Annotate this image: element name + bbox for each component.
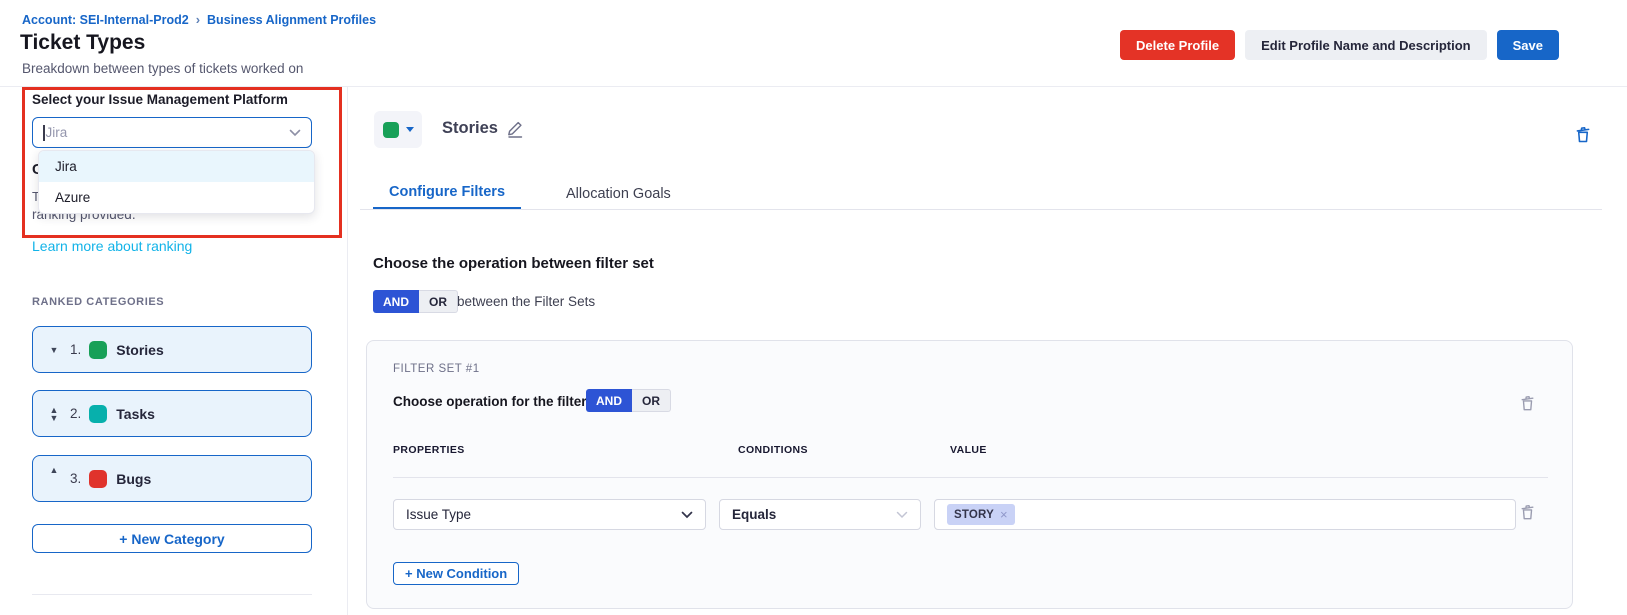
- edit-name-icon[interactable]: [506, 120, 525, 139]
- category-name: Tasks: [116, 406, 155, 422]
- selected-category-title: Stories: [442, 119, 498, 138]
- category-rank: 1.: [70, 342, 81, 357]
- or-toggle[interactable]: OR: [419, 290, 458, 313]
- filter-set-card: FILTER SET #1 Choose operation for the f…: [366, 340, 1573, 609]
- page-title: Ticket Types: [20, 31, 145, 55]
- and-toggle[interactable]: AND: [373, 290, 419, 313]
- dropdown-option-jira[interactable]: Jira: [39, 151, 314, 182]
- tab-bar: Configure Filters Allocation Goals: [373, 177, 687, 210]
- save-button[interactable]: Save: [1497, 30, 1559, 60]
- property-select-value: Issue Type: [406, 507, 471, 522]
- text-caret: [43, 125, 45, 141]
- page-subtitle: Breakdown between types of tickets worke…: [22, 61, 303, 76]
- chevron-down-icon: [681, 511, 693, 519]
- value-tag-label: STORY: [954, 509, 994, 521]
- category-name: Bugs: [116, 471, 151, 487]
- filter-sets-andor-toggle: AND OR: [373, 290, 458, 313]
- and-toggle[interactable]: AND: [586, 389, 632, 412]
- breadcrumb-profiles-link[interactable]: Business Alignment Profiles: [207, 13, 376, 27]
- category-color-chip: [89, 470, 107, 488]
- category-color-chip: [89, 341, 107, 359]
- property-select[interactable]: Issue Type: [393, 499, 706, 530]
- operation-heading: Choose the operation between filter set: [373, 255, 654, 272]
- category-color-picker[interactable]: [374, 111, 422, 148]
- ranked-categories-title: RANKED CATEGORIES: [32, 296, 164, 308]
- filter-set-title: FILTER SET #1: [393, 363, 480, 375]
- category-card-stories[interactable]: ▼ 1. Stories: [32, 326, 312, 373]
- delete-condition-icon[interactable]: [1519, 504, 1536, 521]
- platform-dropdown-menu: Jira Azure: [38, 150, 315, 214]
- category-name: Stories: [116, 342, 163, 358]
- condition-select-value: Equals: [732, 507, 776, 522]
- platform-placeholder: Jira: [46, 125, 68, 140]
- tab-configure-filters[interactable]: Configure Filters: [373, 177, 521, 210]
- delete-filter-set-icon[interactable]: [1519, 395, 1536, 412]
- category-color-chip: [89, 405, 107, 423]
- value-tag-story: STORY ×: [947, 504, 1015, 525]
- sidebar-divider: [347, 87, 348, 615]
- breadcrumb-account-link[interactable]: Account: SEI-Internal-Prod2: [22, 13, 189, 27]
- column-header-value: VALUE: [950, 444, 987, 456]
- platform-select-label: Select your Issue Management Platform: [32, 92, 288, 107]
- columns-divider: [393, 477, 1548, 478]
- column-header-conditions: CONDITIONS: [738, 444, 808, 456]
- breadcrumb-separator-icon: ›: [196, 12, 200, 27]
- breadcrumb: Account: SEI-Internal-Prod2 › Business A…: [22, 12, 376, 27]
- move-down-icon[interactable]: ▼: [47, 346, 61, 354]
- tabs-divider: [360, 209, 1602, 210]
- chevron-down-icon: [896, 511, 908, 519]
- category-card-tasks[interactable]: ▲▼ 2. Tasks: [32, 390, 312, 437]
- category-rank: 2.: [70, 406, 81, 421]
- value-multiselect[interactable]: STORY ×: [934, 499, 1516, 530]
- caret-down-icon: [406, 127, 414, 132]
- move-up-icon[interactable]: ▲: [47, 466, 61, 474]
- tab-allocation-goals[interactable]: Allocation Goals: [550, 177, 687, 210]
- ticket-types-page: Account: SEI-Internal-Prod2 › Business A…: [0, 0, 1627, 615]
- edit-profile-button[interactable]: Edit Profile Name and Description: [1245, 30, 1487, 60]
- header-actions: Delete Profile Edit Profile Name and Des…: [1120, 30, 1559, 60]
- condition-select[interactable]: Equals: [719, 499, 921, 530]
- color-swatch: [383, 122, 399, 138]
- header-divider: [0, 86, 1627, 87]
- column-header-properties: PROPERTIES: [393, 444, 465, 456]
- operation-caption: between the Filter Sets: [457, 294, 595, 309]
- dropdown-option-azure[interactable]: Azure: [39, 182, 314, 213]
- chevron-down-icon[interactable]: [289, 129, 301, 137]
- or-toggle[interactable]: OR: [632, 389, 671, 412]
- delete-profile-button[interactable]: Delete Profile: [1120, 30, 1235, 60]
- new-category-button[interactable]: + New Category: [32, 524, 312, 553]
- filters-andor-toggle: AND OR: [586, 389, 671, 412]
- category-card-bugs[interactable]: ▲ 3. Bugs: [32, 455, 312, 502]
- platform-select-input[interactable]: Jira: [32, 117, 312, 148]
- remove-tag-icon[interactable]: ×: [1000, 508, 1008, 521]
- delete-category-icon[interactable]: [1574, 126, 1592, 144]
- sidebar-bottom-divider: [32, 594, 312, 595]
- category-rank: 3.: [70, 471, 81, 486]
- filters-operation-label: Choose operation for the filters: [393, 394, 594, 409]
- move-up-down-icon[interactable]: ▲▼: [47, 406, 61, 422]
- learn-more-ranking-link[interactable]: Learn more about ranking: [32, 238, 192, 254]
- new-condition-button[interactable]: + New Condition: [393, 562, 519, 585]
